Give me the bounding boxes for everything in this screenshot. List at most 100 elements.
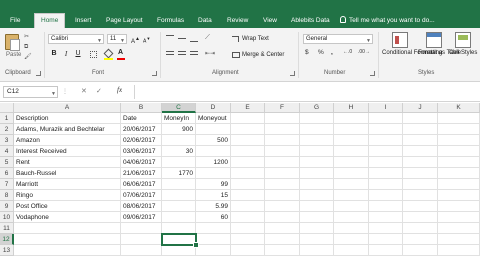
paste-button[interactable]: Paste	[6, 52, 21, 58]
cell-k12[interactable]	[438, 234, 480, 245]
cell-b3[interactable]: 02/06/2017	[121, 135, 162, 146]
cell-c4[interactable]: 30	[162, 146, 196, 157]
cell-e10[interactable]	[231, 212, 265, 223]
column-header-j[interactable]: J	[403, 103, 438, 113]
format-table-icon[interactable]	[426, 32, 442, 48]
cell-h11[interactable]	[334, 223, 369, 234]
align-horizontal-buttons[interactable]	[166, 51, 198, 59]
row-header[interactable]: 12	[0, 234, 14, 245]
cell-e1[interactable]	[231, 113, 265, 124]
copy-icon[interactable]: ⧉	[24, 44, 31, 50]
cell-h4[interactable]	[334, 146, 369, 157]
cell-e3[interactable]	[231, 135, 265, 146]
cell-d1[interactable]: Moneyout	[196, 113, 231, 124]
increase-decimal-icon[interactable]: ←.0	[343, 49, 352, 55]
row-header[interactable]: 5	[0, 157, 14, 168]
row-header[interactable]: 10	[0, 212, 14, 223]
cell-f9[interactable]	[265, 201, 300, 212]
cell-a6[interactable]: Bauch-Russel	[14, 168, 121, 179]
column-header-b[interactable]: B	[121, 103, 162, 113]
cell-j3[interactable]	[403, 135, 438, 146]
cell-b8[interactable]: 07/06/2017	[121, 190, 162, 201]
paste-icon[interactable]	[5, 34, 20, 51]
cell-a9[interactable]: Post Office	[14, 201, 121, 212]
cell-a5[interactable]: Rent	[14, 157, 121, 168]
cell-k9[interactable]	[438, 201, 480, 212]
tab-review[interactable]: Review	[227, 14, 248, 28]
row-header[interactable]: 3	[0, 135, 14, 146]
cell-i4[interactable]	[369, 146, 403, 157]
cell-d9[interactable]: 5.99	[196, 201, 231, 212]
cell-a13[interactable]	[14, 245, 121, 256]
cell-h3[interactable]	[334, 135, 369, 146]
cell-e2[interactable]	[231, 124, 265, 135]
cell-k2[interactable]	[438, 124, 480, 135]
font-color-button[interactable]: A	[116, 49, 126, 60]
cell-a1[interactable]: Description	[14, 113, 121, 124]
cell-styles-button[interactable]: Cell Styles	[449, 50, 477, 57]
cell-g6[interactable]	[300, 168, 334, 179]
currency-button[interactable]: $	[305, 49, 309, 56]
column-header-i[interactable]: I	[369, 103, 403, 113]
cell-f3[interactable]	[265, 135, 300, 146]
cell-j4[interactable]	[403, 146, 438, 157]
cell-k5[interactable]	[438, 157, 480, 168]
cell-a11[interactable]	[14, 223, 121, 234]
cell-g4[interactable]	[300, 146, 334, 157]
cell-i8[interactable]	[369, 190, 403, 201]
row-header[interactable]: 11	[0, 223, 14, 234]
decrease-decimal-icon[interactable]: .00→	[358, 49, 370, 55]
cell-i5[interactable]	[369, 157, 403, 168]
row-header[interactable]: 2	[0, 124, 14, 135]
enter-icon[interactable]: ✓	[96, 87, 102, 95]
select-all-corner[interactable]	[0, 103, 14, 113]
cell-j10[interactable]	[403, 212, 438, 223]
cell-b13[interactable]	[121, 245, 162, 256]
merge-center-button[interactable]: Merge & Center	[242, 52, 284, 58]
cell-d12[interactable]	[196, 234, 231, 245]
cell-i2[interactable]	[369, 124, 403, 135]
cell-j9[interactable]	[403, 201, 438, 212]
cell-f12[interactable]	[265, 234, 300, 245]
cell-c13[interactable]	[162, 245, 196, 256]
tab-ablebits-data[interactable]: Ablebits Data	[291, 14, 330, 28]
cell-d6[interactable]	[196, 168, 231, 179]
cell-c10[interactable]	[162, 212, 196, 223]
conditional-formatting-icon[interactable]	[392, 32, 408, 48]
cell-g13[interactable]	[300, 245, 334, 256]
cancel-icon[interactable]: ✕	[81, 87, 87, 95]
cell-f1[interactable]	[265, 113, 300, 124]
tab-view[interactable]: View	[263, 14, 277, 28]
cell-a12[interactable]	[14, 234, 121, 245]
column-header-d[interactable]: D	[196, 103, 231, 113]
fill-color-icon[interactable]	[104, 50, 113, 60]
format-as-table-button[interactable]: Format as Table	[418, 50, 461, 57]
cell-e11[interactable]	[231, 223, 265, 234]
cell-b4[interactable]: 03/06/2017	[121, 146, 162, 157]
cell-e12[interactable]	[231, 234, 265, 245]
cell-c1[interactable]: MoneyIn	[162, 113, 196, 124]
row-header[interactable]: 4	[0, 146, 14, 157]
cell-d8[interactable]: 15	[196, 190, 231, 201]
cell-a4[interactable]: Interest Received	[14, 146, 121, 157]
insert-function-icon[interactable]: fx	[117, 86, 122, 94]
cell-c2[interactable]: 900	[162, 124, 196, 135]
row-header[interactable]: 7	[0, 179, 14, 190]
row-header[interactable]: 13	[0, 245, 14, 256]
cell-g1[interactable]	[300, 113, 334, 124]
cell-e7[interactable]	[231, 179, 265, 190]
cell-h10[interactable]	[334, 212, 369, 223]
cell-i7[interactable]	[369, 179, 403, 190]
column-header-h[interactable]: H	[334, 103, 369, 113]
cell-i11[interactable]	[369, 223, 403, 234]
tab-home[interactable]: Home	[34, 13, 66, 28]
cell-k11[interactable]	[438, 223, 480, 234]
cell-i9[interactable]	[369, 201, 403, 212]
column-header-c[interactable]: C	[162, 103, 196, 113]
cell-c12[interactable]	[162, 234, 196, 245]
cell-styles-icon[interactable]	[455, 32, 471, 48]
tab-insert[interactable]: Insert	[75, 14, 91, 28]
indent-icon[interactable]: ⇤⇥	[205, 49, 215, 59]
cell-d3[interactable]: 500	[196, 135, 231, 146]
borders-icon[interactable]	[90, 51, 97, 58]
